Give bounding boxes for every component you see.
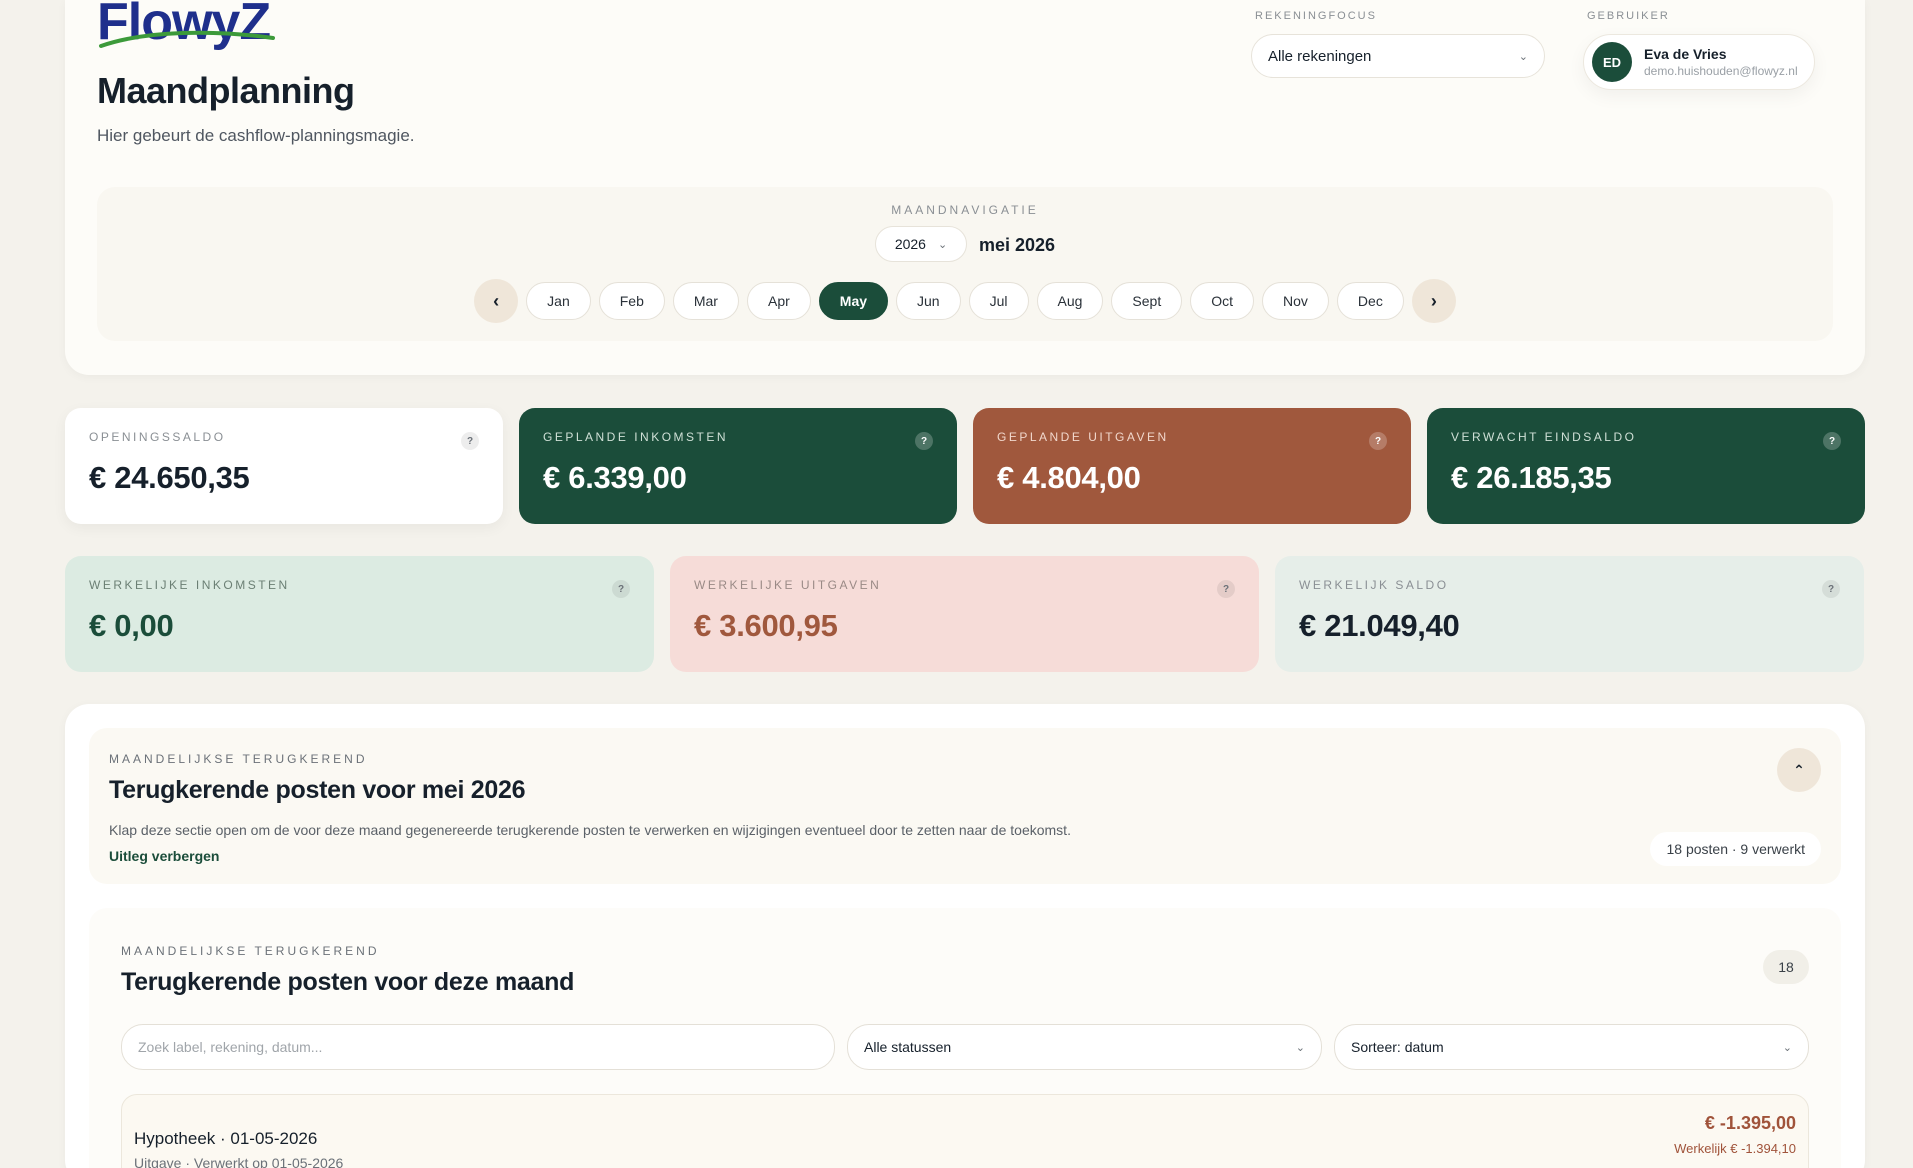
kpi-label: WERKELIJK SALDO — [1299, 578, 1449, 592]
account-focus-value: Alle rekeningen — [1268, 47, 1372, 65]
month-buttons: ‹ Jan Feb Mar Apr May Jun Jul Aug Sept Oct Nov Dec › — [97, 279, 1833, 323]
month-button-jun[interactable]: Jun — [896, 282, 961, 320]
account-focus-label: REKENINGFOCUS — [1255, 10, 1377, 22]
row-subtitle: Uitgave · Verwerkt op 01-05-2026 — [134, 1155, 344, 1168]
table-row[interactable]: Hypotheek · 01-05-2026 Uitgave · Verwerk… — [121, 1094, 1809, 1168]
month-button-mar[interactable]: Mar — [672, 282, 739, 320]
help-icon[interactable]: ? — [1217, 580, 1235, 598]
help-icon[interactable]: ? — [915, 432, 933, 450]
year-select[interactable]: 2026 ⌄ — [875, 226, 967, 262]
kpi-label: GEPLANDE UITGAVEN — [997, 430, 1169, 444]
help-icon[interactable]: ? — [612, 580, 630, 598]
chevron-right-icon[interactable]: › — [1411, 279, 1456, 323]
kpi-label: WERKELIJKE UITGAVEN — [694, 578, 882, 592]
help-icon[interactable]: ? — [1822, 580, 1840, 598]
kpi-label: GEPLANDE INKOMSTEN — [543, 430, 729, 444]
recurring-description: Klap deze sectie open om de voor deze ma… — [109, 822, 1071, 838]
kpi-card-openingssaldo: OPENINGSSALDO € 24.650,35? — [65, 408, 503, 524]
kpi-value: € 24.650,35 — [89, 460, 250, 495]
month-navigation-panel: MAANDNAVIGATIE 2026 ⌄ mei 2026 ‹ Jan Feb M… — [97, 187, 1833, 341]
kpi-card-werkelijke-inkomsten: WERKELIJKE INKOMSTEN € 0,00? — [65, 556, 654, 672]
month-button-feb[interactable]: Feb — [598, 282, 665, 320]
user-email: demo.huishouden@flowyz.nl — [1644, 64, 1798, 78]
recurring-eyebrow: MAANDELIJKSE TERUGKEREND — [109, 752, 368, 766]
kpi-value: € 26.185,35 — [1451, 460, 1612, 495]
row-title: Hypotheek · 01-05-2026 — [134, 1129, 318, 1148]
user-menu[interactable]: ED Eva de Vries demo.huishouden@flowyz.n… — [1583, 34, 1815, 90]
status-filter-value: Alle statussen — [864, 1039, 952, 1055]
month-button-nov[interactable]: Nov — [1262, 282, 1329, 320]
month-button-apr[interactable]: Apr — [746, 282, 811, 320]
month-button-sept[interactable]: Sept — [1111, 282, 1183, 320]
kpi-card-verwacht-eindsaldo: VERWACHT EINDSALDO € 26.185,35? — [1427, 408, 1865, 524]
kpi-card-werkelijk-saldo: WERKELIJK SALDO € 21.049,40? — [1275, 556, 1864, 672]
page-title: Maandplanning — [97, 70, 355, 111]
kpi-value: € 3.600,95 — [694, 608, 838, 643]
kpi-value: € 4.804,00 — [997, 460, 1141, 495]
month-button-dec[interactable]: Dec — [1336, 282, 1404, 320]
search-input[interactable] — [121, 1024, 835, 1070]
actual-kpi-row: WERKELIJKE INKOMSTEN € 0,00? WERKELIJKE UI… — [65, 556, 1865, 672]
recurring-title: Terugkerende posten voor mei 2026 — [109, 776, 526, 804]
chevron-down-icon: ⌄ — [1295, 1041, 1305, 1054]
recurring-card: MAANDELIJKSE TERUGKEREND Terugkerende po… — [65, 704, 1865, 1168]
planned-kpi-row: OPENINGSSALDO € 24.650,35? GEPLANDE INKOMS… — [65, 408, 1865, 524]
kpi-card-geplande-uitgaven: GEPLANDE UITGAVEN € 4.804,00? — [973, 408, 1411, 524]
avatar: ED — [1592, 42, 1632, 82]
kpi-value: € 21.049,40 — [1299, 608, 1460, 643]
help-icon[interactable]: ? — [1369, 432, 1387, 450]
user-name: Eva de Vries — [1644, 46, 1727, 62]
recurring-info-panel: MAANDELIJKSE TERUGKEREND Terugkerende po… — [89, 728, 1841, 884]
account-focus-select[interactable]: Alle rekeningen ⌄ — [1251, 34, 1545, 78]
recurring-summary-badge: 18 posten · 9 verwerkt — [1650, 832, 1821, 866]
list-count-badge: 18 — [1763, 950, 1809, 984]
help-icon[interactable]: ? — [461, 432, 479, 450]
recurring-list-panel: MAANDELIJKSE TERUGKEREND Terugkerende po… — [89, 908, 1841, 1168]
chevron-left-icon[interactable]: ‹ — [474, 279, 519, 323]
row-actual-amount: Werkelijk € -1.394,10 — [1674, 1141, 1796, 1156]
year-value: 2026 — [894, 236, 926, 252]
kpi-label: WERKELIJKE INKOMSTEN — [89, 578, 290, 592]
month-button-oct[interactable]: Oct — [1190, 282, 1255, 320]
kpi-card-werkelijke-uitgaven: WERKELIJKE UITGAVEN € 3.600,95? — [670, 556, 1259, 672]
kpi-label: VERWACHT EINDSALDO — [1451, 430, 1637, 444]
logo-swoosh-icon — [99, 30, 275, 48]
chevron-down-icon: ⌄ — [937, 238, 948, 251]
sort-value: Sorteer: datum — [1351, 1039, 1444, 1055]
chevron-up-icon[interactable]: ⌃ — [1777, 748, 1821, 792]
kpi-value: € 6.339,00 — [543, 460, 687, 495]
list-eyebrow: MAANDELIJKSE TERUGKEREND — [121, 944, 380, 958]
row-amount: € -1.395,00 — [1704, 1113, 1796, 1133]
list-title: Terugkerende posten voor deze maand — [121, 968, 575, 996]
status-filter-select[interactable]: Alle statussen ⌄ — [847, 1024, 1322, 1070]
kpi-label: OPENINGSSALDO — [89, 430, 226, 444]
help-icon[interactable]: ? — [1823, 432, 1841, 450]
month-navigation-label: MAANDNAVIGATIE — [891, 203, 1039, 217]
kpi-card-geplande-inkomsten: GEPLANDE INKOMSTEN € 6.339,00? — [519, 408, 957, 524]
kpi-value: € 0,00 — [89, 608, 174, 643]
current-month-label: mei 2026 — [979, 235, 1056, 255]
user-label: GEBRUIKER — [1587, 10, 1670, 22]
month-button-may[interactable]: May — [818, 282, 889, 320]
header-card: FlowyZ Maandplanning Hier gebeurt de cas… — [65, 0, 1865, 375]
month-button-aug[interactable]: Aug — [1036, 282, 1104, 320]
chevron-down-icon: ⌄ — [1782, 1041, 1792, 1054]
page-subtitle: Hier gebeurt de cashflow-planningsmagie. — [97, 126, 415, 145]
month-button-jul[interactable]: Jul — [968, 282, 1029, 320]
hide-explanation-link[interactable]: Uitleg verbergen — [109, 848, 219, 864]
page: FlowyZ Maandplanning Hier gebeurt de cas… — [65, 0, 1865, 1168]
chevron-down-icon: ⌄ — [1518, 50, 1528, 63]
sort-select[interactable]: Sorteer: datum ⌄ — [1334, 1024, 1809, 1070]
month-button-jan[interactable]: Jan — [526, 282, 591, 320]
